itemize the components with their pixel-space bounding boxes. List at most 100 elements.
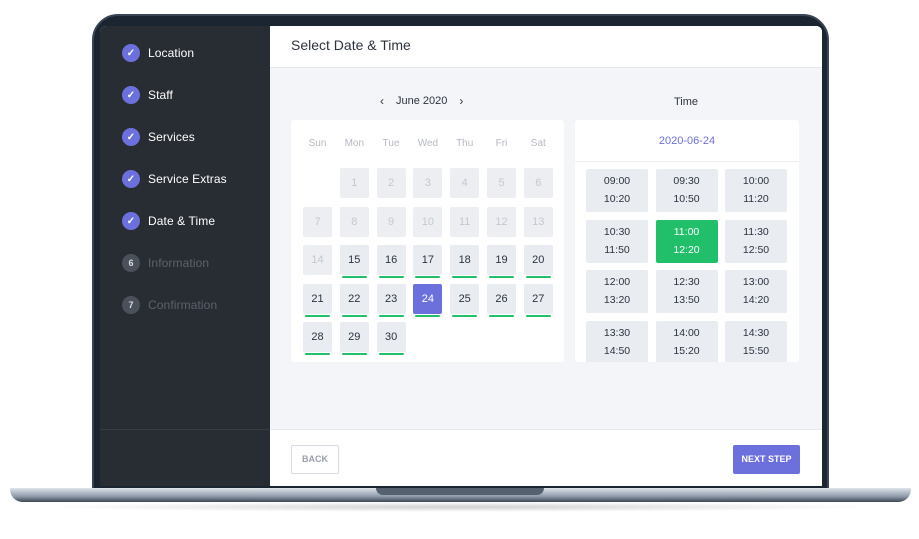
step-label: Date & Time xyxy=(148,214,216,228)
step-item-information[interactable]: 6 Information xyxy=(122,252,209,274)
calendar-day[interactable]: 26 xyxy=(487,283,516,317)
calendar-day-number: 28 xyxy=(311,331,324,343)
calendar-day-number: 7 xyxy=(314,215,321,228)
calendar-day[interactable]: 16 xyxy=(376,245,406,278)
availability-indicator xyxy=(415,276,441,278)
time-slot[interactable]: 12:00 13:20 xyxy=(586,270,648,313)
weekday-label: Thu xyxy=(456,138,474,149)
slot-end-time: 10:20 xyxy=(603,193,631,205)
availability-indicator xyxy=(489,276,514,278)
time-slot[interactable]: 10:30 11:50 xyxy=(586,219,648,263)
calendar-day: 2 xyxy=(376,168,406,198)
calendar-day-number: 6 xyxy=(535,177,542,189)
calendar-day: 7 xyxy=(303,206,332,237)
slot-start-time: 10:00 xyxy=(742,175,770,187)
calendar-day[interactable]: 28 xyxy=(303,322,332,355)
weekday-label: Sun xyxy=(308,138,327,149)
calendar-day: 10 xyxy=(413,206,443,237)
calendar-day[interactable]: 18 xyxy=(450,245,480,278)
calendar-day-number: 4 xyxy=(461,177,468,189)
calendar-day-number: 26 xyxy=(495,292,508,305)
time-slot[interactable]: 12:30 13:50 xyxy=(655,270,718,313)
slot-start-time: 09:30 xyxy=(673,175,700,187)
calendar-day: 9 xyxy=(376,206,406,237)
calendar-day-number: 30 xyxy=(384,331,398,343)
calendar-day-number: 22 xyxy=(348,292,361,305)
calendar-day: 12 xyxy=(487,206,516,237)
calendar-day[interactable]: 19 xyxy=(487,245,516,278)
availability-indicator xyxy=(341,276,367,278)
slot-start-time: 11:30 xyxy=(743,225,769,238)
time-slot[interactable]: 11:30 12:50 xyxy=(725,219,787,263)
step-item-date-time[interactable]: ✓ Date & Time xyxy=(122,210,215,232)
laptop-shadow xyxy=(40,502,880,512)
time-slot[interactable]: 14:30 15:50 xyxy=(725,320,787,362)
calendar-day: 4 xyxy=(450,168,480,198)
next-step-button[interactable]: NEXT STEP xyxy=(733,445,800,474)
calendar-day-number: 3 xyxy=(424,177,431,189)
step-label: Information xyxy=(148,256,210,270)
calendar-day[interactable]: 23 xyxy=(376,283,406,317)
calendar-day[interactable]: 24 xyxy=(413,283,443,317)
step-item-staff[interactable]: ✓ Staff xyxy=(122,84,173,106)
calendar-day[interactable]: 22 xyxy=(339,283,369,317)
availability-indicator xyxy=(378,276,404,278)
availability-indicator xyxy=(305,353,330,355)
calendar-day: 5 xyxy=(487,168,516,198)
slot-end-time: 10:50 xyxy=(673,193,700,205)
page-title: Select Date & Time xyxy=(291,37,411,53)
weekday-label: Mon xyxy=(344,138,365,149)
calendar-day-number: 14 xyxy=(311,254,324,266)
back-button[interactable]: BACK xyxy=(291,445,339,474)
step-item-confirmation[interactable]: 7 Confirmation xyxy=(122,294,217,316)
calendar-day-number: 27 xyxy=(532,292,545,305)
calendar-day-number: 13 xyxy=(532,215,545,228)
step-item-location[interactable]: ✓ Location xyxy=(122,42,194,64)
slot-start-time: 12:00 xyxy=(603,276,631,288)
slot-start-time: 14:00 xyxy=(673,326,700,339)
time-slot[interactable]: 09:30 10:50 xyxy=(655,169,718,212)
calendar-day-number: 5 xyxy=(498,177,505,189)
time-slot[interactable]: 09:00 10:20 xyxy=(586,169,648,212)
calendar-day: 8 xyxy=(339,206,369,237)
slot-end-time: 14:20 xyxy=(742,294,770,306)
time-slot[interactable]: 13:00 14:20 xyxy=(725,270,787,313)
time-slot[interactable]: 11:00 12:20 xyxy=(655,219,718,263)
step-label: Services xyxy=(148,130,195,144)
calendar-day-number: 17 xyxy=(421,254,435,266)
time-slot[interactable]: 13:30 14:50 xyxy=(586,320,648,362)
step-item-services[interactable]: ✓ Services xyxy=(122,126,195,148)
main-header: Select Date & Time xyxy=(270,26,822,68)
slot-end-time: 12:50 xyxy=(742,243,770,256)
calendar-day-number: 23 xyxy=(384,292,398,305)
calendar-day[interactable]: 29 xyxy=(339,322,369,355)
time-card: 2020-06-24 09:00 10:20 09:30 10:50 10:00 11:2… xyxy=(575,120,799,362)
footer: BACK NEXT STEP xyxy=(270,429,822,486)
calendar-day[interactable]: 21 xyxy=(303,283,332,317)
calendar-day[interactable]: 17 xyxy=(413,245,443,278)
calendar-day-number: 15 xyxy=(348,254,361,266)
availability-indicator xyxy=(489,314,514,317)
calendar-day[interactable]: 27 xyxy=(523,283,553,317)
calendar-day-number: 25 xyxy=(458,292,471,305)
slot-end-time: 15:50 xyxy=(742,344,770,357)
calendar-day-number: 29 xyxy=(348,331,361,343)
time-slot[interactable]: 14:00 15:20 xyxy=(655,320,718,362)
time-slot[interactable]: 10:00 11:20 xyxy=(725,169,787,212)
slot-end-time: 13:50 xyxy=(673,294,700,306)
calendar-day[interactable]: 25 xyxy=(450,283,480,317)
check-icon: ✓ xyxy=(122,44,140,62)
calendar-day[interactable]: 20 xyxy=(523,245,553,278)
step-label: Location xyxy=(148,46,195,60)
availability-indicator xyxy=(525,276,551,278)
calendar-day[interactable]: 15 xyxy=(339,245,369,278)
chevron-right-icon[interactable]: › xyxy=(459,94,463,108)
calendar-day: 13 xyxy=(523,206,553,237)
availability-indicator xyxy=(415,314,441,317)
step-item-service-extras[interactable]: ✓ Service Extras xyxy=(122,168,227,190)
chevron-left-icon[interactable]: ‹ xyxy=(380,94,384,108)
calendar-day[interactable]: 30 xyxy=(376,322,406,355)
slot-end-time: 11:20 xyxy=(743,193,769,205)
weekday-label: Tue xyxy=(382,138,400,149)
selected-date: 2020-06-24 xyxy=(575,120,799,162)
